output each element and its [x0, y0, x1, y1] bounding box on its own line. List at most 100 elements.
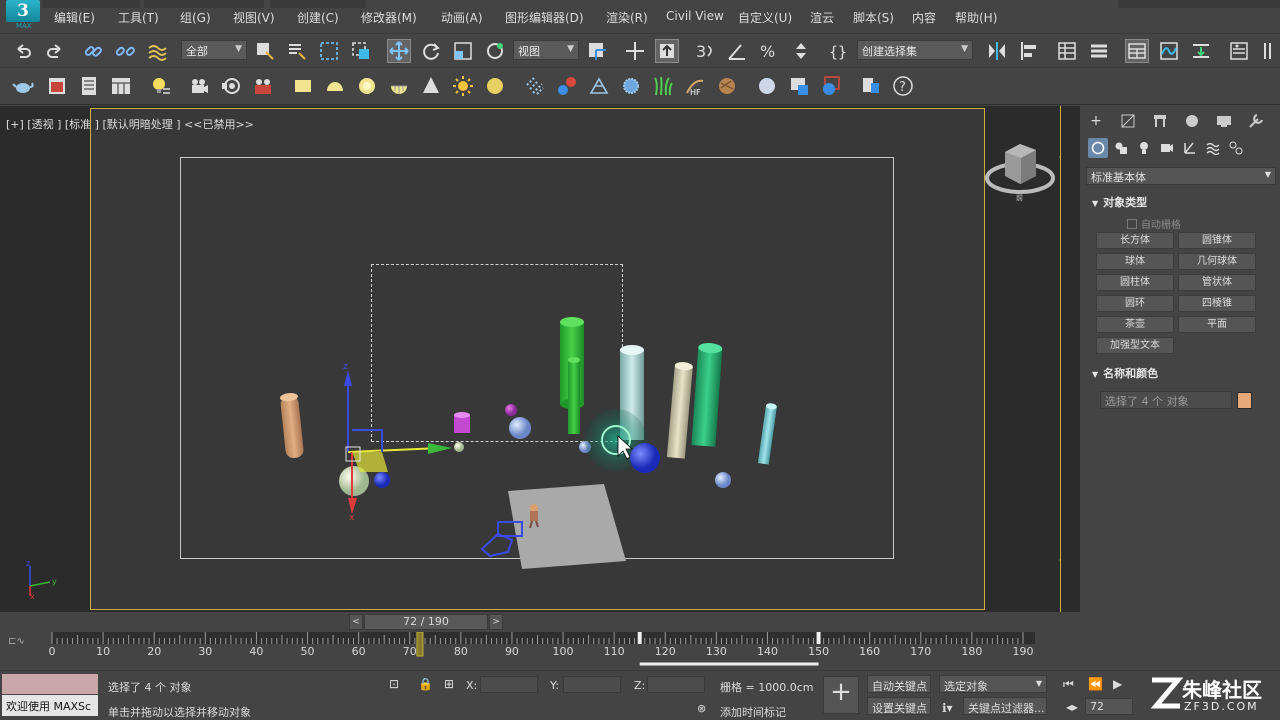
auto-key-button[interactable]: 自动关键点	[867, 675, 931, 693]
textplus-button[interactable]: 加强型文本	[1096, 337, 1174, 354]
key-filter-icon[interactable]: ℹ▾	[942, 701, 953, 715]
y-coordinate-field[interactable]	[563, 676, 621, 693]
helpers-icon[interactable]	[1180, 138, 1200, 158]
gizmo-x-label: x	[349, 513, 355, 523]
teapot-button[interactable]: 茶壶	[1096, 316, 1174, 333]
cylinder-cyan[interactable]	[757, 403, 777, 465]
cameras-icon[interactable]	[1157, 138, 1177, 158]
isolate-icon[interactable]: ⊡	[389, 677, 399, 691]
object-color-swatch[interactable]	[1237, 392, 1252, 409]
grid-readout: 栅格 = 1000.0cm	[720, 681, 814, 694]
cylinder-tan[interactable]	[280, 392, 305, 459]
tick-label: 20	[147, 645, 162, 658]
tick-label: 180	[961, 645, 983, 658]
prev-key-icon[interactable]: ⏪	[1088, 677, 1103, 691]
x-coordinate-field[interactable]	[480, 676, 538, 693]
modify-icon[interactable]	[1117, 110, 1139, 132]
autogrid-checkbox[interactable]: 自动栅格	[1127, 216, 1181, 231]
sphere-right[interactable]	[715, 472, 731, 488]
current-frame-marker[interactable]	[416, 632, 424, 657]
sphere-blue-small[interactable]	[374, 472, 390, 488]
key-marker[interactable]	[816, 632, 821, 644]
viewport-right-strip	[1060, 106, 1080, 612]
y-label: Y:	[550, 679, 559, 692]
next-frame-arrow-icon[interactable]: >	[489, 614, 503, 630]
sphere-light-blue[interactable]	[509, 417, 531, 439]
set-key-button[interactable]: 设置关键点	[867, 697, 931, 715]
display-icon[interactable]	[1213, 110, 1235, 132]
rollout-object-type[interactable]: ▼ 对象类型	[1086, 194, 1276, 212]
tick-label: 40	[249, 645, 264, 658]
shapes-icon[interactable]	[1111, 138, 1131, 158]
lock-icon[interactable]: 🔒	[418, 677, 433, 691]
tick-label: 150	[808, 645, 830, 658]
watermark-logo-icon	[1150, 677, 1184, 709]
hierarchy-icon[interactable]	[1149, 110, 1171, 132]
create-icon[interactable]: +	[1085, 110, 1107, 132]
cylinder-teal[interactable]	[691, 342, 723, 447]
collapse-triangle-icon: ▼	[1092, 199, 1099, 208]
tube-button[interactable]: 管状体	[1178, 274, 1256, 291]
key-marker[interactable]	[637, 632, 642, 644]
cylinder-green-short[interactable]	[568, 357, 580, 434]
collapse-triangle-icon: ▼	[1092, 370, 1099, 379]
go-to-start-icon[interactable]: ⏮	[1063, 677, 1074, 692]
sphere-blue-large[interactable]	[630, 443, 660, 473]
tick-label: 30	[198, 645, 213, 658]
sphere-button[interactable]: 球体	[1096, 253, 1174, 270]
box-button[interactable]: 长方体	[1096, 232, 1174, 249]
tick-label: 140	[756, 645, 778, 658]
maxscript-listener[interactable]	[2, 674, 98, 694]
tick-label: 90	[504, 645, 519, 658]
cylinder-button[interactable]: 圆柱体	[1096, 274, 1174, 291]
watermark-url: ZF3D.COM	[1184, 700, 1259, 713]
pyramid-button[interactable]: 四棱锥	[1178, 295, 1256, 312]
viewcube[interactable]	[985, 144, 1055, 194]
key-mode-dropdown[interactable]: 选定对象 ▼	[939, 675, 1047, 693]
object-name-field[interactable]: 选择了 4 个 对象	[1100, 391, 1232, 409]
tick-label: 50	[300, 645, 315, 658]
key-mode-toggle-icon[interactable]: ◂▸	[1066, 700, 1078, 714]
systems-icon[interactable]	[1226, 138, 1246, 158]
plane-object[interactable]	[508, 484, 626, 569]
play-icon[interactable]: ▶	[1113, 677, 1122, 691]
prev-frame-arrow-icon[interactable]: <	[349, 614, 363, 630]
motion-icon[interactable]	[1181, 110, 1203, 132]
utilities-icon[interactable]	[1245, 110, 1267, 132]
z-coordinate-field[interactable]	[647, 676, 705, 693]
command-panel: + 标准基本体 ▼ ▼ 对象类型 自动栅格 长方体 圆锥体 球体 几何球体 圆柱体 …	[1082, 106, 1280, 666]
cylinder-beige[interactable]	[666, 361, 693, 459]
selection-status: 选择了 4 个 对象	[108, 681, 192, 694]
plane-button[interactable]: 平面	[1178, 316, 1256, 333]
z-label: Z:	[634, 679, 646, 692]
tick-label: 0	[48, 645, 56, 658]
geometry-icon[interactable]	[1088, 138, 1108, 158]
lights-icon[interactable]	[1134, 138, 1154, 158]
set-key-plus-icon[interactable]: +	[823, 676, 859, 714]
tick-label: 10	[96, 645, 111, 658]
geosphere-button[interactable]: 几何球体	[1178, 253, 1256, 270]
key-filters-button[interactable]: 关键点过滤器...	[963, 697, 1047, 715]
absolute-mode-icon[interactable]: ⊞	[444, 677, 454, 691]
sphere-purple[interactable]	[505, 404, 517, 416]
time-slider[interactable]: 72 / 190	[364, 614, 488, 630]
tick-label: 110	[603, 645, 625, 658]
tick-label: 80	[453, 645, 468, 658]
cone-button[interactable]: 圆锥体	[1178, 232, 1256, 249]
cylinder-purple[interactable]	[454, 412, 470, 433]
maxscript-mini[interactable]: 欢迎使用 MAXSc	[2, 695, 98, 716]
spacewarps-icon[interactable]	[1203, 138, 1223, 158]
gizmo-z-label: z	[343, 362, 348, 372]
time-slider-bar	[0, 612, 1080, 632]
tick-label: 120	[654, 645, 676, 658]
add-time-tag[interactable]: 添加时间标记	[720, 704, 786, 720]
torus-button[interactable]: 圆环	[1096, 295, 1174, 312]
watermark-brand: 朱峰社区	[1182, 678, 1262, 702]
sphere-tiny[interactable]	[454, 442, 464, 452]
category-dropdown[interactable]: 标准基本体 ▼	[1086, 167, 1276, 185]
axis-x-label: x	[30, 592, 35, 601]
current-frame-field[interactable]: 72	[1085, 698, 1133, 715]
rollout-name-color[interactable]: ▼ 名称和颜色	[1086, 365, 1276, 383]
chevron-down-icon: ▼	[1035, 679, 1042, 688]
time-tag-icon[interactable]: ⊗	[697, 702, 706, 715]
